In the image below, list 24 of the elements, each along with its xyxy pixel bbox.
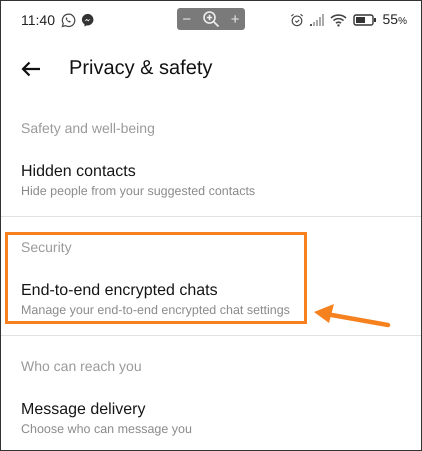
section-heading: Safety and well-being [21,119,155,138]
setting-title[interactable]: Hidden contacts [21,161,136,183]
setting-description: Hide people from your suggested contacts [21,183,256,199]
zoom-out-button[interactable]: − [182,12,192,26]
clock-time: 11:40 [21,12,55,28]
page-title: Privacy & safety [69,57,212,80]
setting-description: Manage your end-to-end encrypted chat settings [21,302,290,318]
percent-sign: % [398,16,407,27]
section-heading: Security [21,238,72,257]
chat-bubble-icon [81,13,95,27]
zoom-in-button[interactable]: + [230,12,240,26]
battery-icon [352,14,377,26]
battery-percent: 55 [382,11,398,27]
setting-title[interactable]: End-to-end encrypted chats [21,280,218,302]
section-heading: Who can reach you [21,357,142,376]
phone-bubble-icon [61,12,76,28]
zoom-icon[interactable] [202,10,220,28]
wifi-icon [330,13,347,27]
setting-description: Choose who can message you [21,421,192,437]
setting-title[interactable]: Message delivery [21,399,146,421]
alarm-icon [290,13,304,27]
back-arrow-icon[interactable] [21,60,41,76]
signal-icon [310,14,324,26]
zoom-control[interactable]: − + [177,8,245,30]
